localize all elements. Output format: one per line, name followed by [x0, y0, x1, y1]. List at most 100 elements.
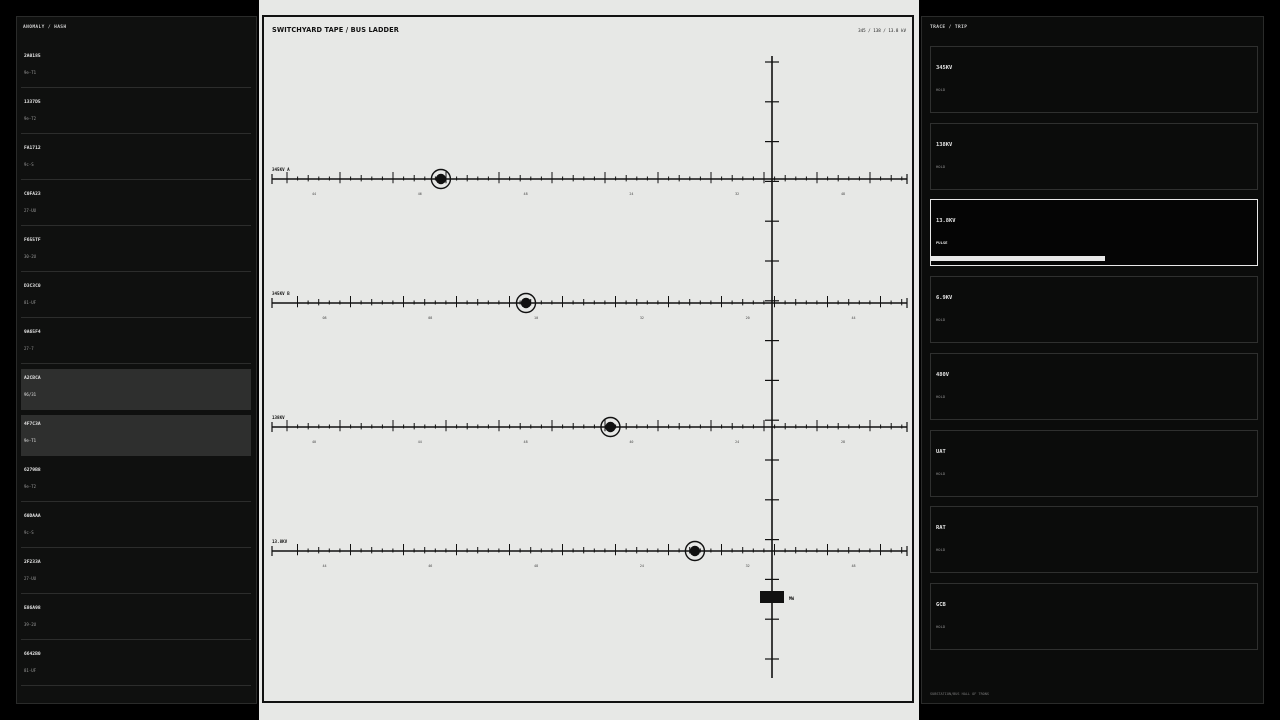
- trip-card-gcb[interactable]: GCB HOLD: [930, 582, 1258, 650]
- trip-bus-label: 138KV: [936, 141, 953, 148]
- panel-footer: SUBSTATION/BUS HALL OF TRONS: [930, 692, 990, 696]
- trip-status: HOLD: [936, 547, 946, 553]
- bus-tick-label: 44: [322, 564, 326, 568]
- trip-status: HOLD: [936, 317, 946, 323]
- anomaly-row[interactable]: 2A0185 9e-T1: [21, 47, 251, 88]
- bus-tick-label: 32: [640, 316, 644, 320]
- bus-label: 13.8KV: [272, 539, 288, 544]
- trip-card-rat[interactable]: RAT HOLD: [930, 506, 1258, 574]
- bus-ladder-chart[interactable]: 345KV A 44 46 48 24 32 48 345KV B 08 08 10 32 20 44 13…: [259, 0, 919, 720]
- anomaly-tag: 9e-T2: [24, 484, 37, 489]
- bus-tick-label: 08: [428, 316, 432, 320]
- bus-tick-label: 40: [312, 440, 316, 444]
- trip-card-480v[interactable]: 480V HOLD: [930, 352, 1258, 420]
- bus-tick-label: 40: [629, 440, 633, 444]
- mw-unit-label: MW: [789, 596, 795, 601]
- anomaly-row[interactable]: A2CBCA 96/31: [21, 369, 251, 410]
- anomaly-tag: 96/31: [24, 392, 37, 397]
- anomaly-row[interactable]: D3C3C0 81-UF: [21, 277, 251, 318]
- trip-bus-label: RAT: [936, 525, 946, 532]
- anomaly-panel: ANOMALY / HASH 2A0185 9e-T1 1337D5 9e-T2 FA1…: [16, 16, 257, 704]
- anomaly-hash: D3C3C0: [24, 284, 41, 289]
- bus-marker-dot: [435, 173, 447, 185]
- anomaly-tag: 81-UF: [24, 668, 37, 673]
- bus-tick-label: 10: [534, 316, 538, 320]
- anomaly-hash: FA1712: [24, 146, 41, 151]
- bus-tick-label: 28: [841, 440, 845, 444]
- anomaly-tag: 27-UU: [24, 576, 37, 581]
- bus-marker-dot: [520, 297, 532, 309]
- anomaly-hash: 4F7C3A: [24, 422, 41, 427]
- trip-bus-label: UAT: [936, 448, 946, 455]
- bus-tick-label: 48: [841, 192, 845, 196]
- bus-tick-label: 32: [735, 192, 739, 196]
- anomaly-row[interactable]: 9A65F4 27-7: [21, 323, 251, 364]
- bus-tick-label: 46: [428, 564, 432, 568]
- bus-tick-label: 44: [312, 192, 316, 196]
- bus-tick-label: 32: [746, 564, 750, 568]
- anomaly-row[interactable]: F655TF 30-2U: [21, 231, 251, 272]
- anomaly-row[interactable]: 6642B0 81-UF: [21, 645, 251, 686]
- anomaly-tag: 9e-T1: [24, 70, 37, 75]
- anomaly-row[interactable]: E86A98 39-2U: [21, 599, 251, 640]
- bus-tick-label: 44: [851, 316, 855, 320]
- bus-tick-label: 48: [524, 440, 528, 444]
- bus-label: 345KV B: [272, 291, 290, 296]
- anomaly-hash: 2A0185: [24, 54, 41, 59]
- anomaly-tag: 39-2U: [24, 622, 37, 627]
- trip-status: PULSE: [936, 240, 948, 246]
- anomaly-hash: E86A98: [24, 606, 41, 611]
- anomaly-hash: A2CBCA: [24, 376, 41, 381]
- trip-card-138kv[interactable]: 138KV HOLD: [930, 122, 1258, 190]
- trip-status: HOLD: [936, 393, 946, 399]
- bus-marker-dot: [689, 545, 701, 557]
- bus-marker-dot: [605, 421, 616, 433]
- anomaly-tag: 81-UF: [24, 300, 37, 305]
- trip-card-138kv[interactable]: 13.8KV PULSE: [930, 199, 1258, 267]
- trip-bus-label: 480V: [936, 371, 949, 378]
- anomaly-tag: 27-UU: [24, 208, 37, 213]
- bus-tick-label: 24: [640, 564, 644, 568]
- anomaly-row[interactable]: 60DAAA 9c-S: [21, 507, 251, 548]
- anomaly-tag: 30-2U: [24, 254, 37, 259]
- trip-bus-label: 13.8KV: [936, 218, 956, 225]
- anomaly-row[interactable]: FA1712 9c-S: [21, 139, 251, 180]
- trip-card-69kv[interactable]: 6.9KV HOLD: [930, 276, 1258, 344]
- switchyard-tape-view: SWITCHYARD TAPE / BUS LADDER 345 / 138 /…: [259, 0, 919, 720]
- trip-bus-label: 6.9KV: [936, 295, 953, 302]
- anomaly-tag: 27-7: [24, 346, 34, 351]
- anomaly-tag: 9e-T1: [24, 438, 37, 443]
- trip-status: HOLD: [936, 470, 946, 476]
- anomaly-row[interactable]: 2F233A 27-UU: [21, 553, 251, 594]
- anomaly-hash: C0FA23: [24, 192, 41, 197]
- trace-trip-heading: TRACE / TRIP: [930, 25, 968, 30]
- bus-tick-label: 44: [418, 440, 422, 444]
- trip-status: HOLD: [936, 87, 946, 92]
- anomaly-hash: 6279B8: [24, 468, 41, 473]
- anomaly-hash: 9A65F4: [24, 330, 41, 335]
- bus-tick-label: 20: [746, 316, 750, 320]
- anomaly-row[interactable]: 4F7C3A 9e-T1: [21, 415, 251, 456]
- anomaly-tag: 9e-T2: [24, 116, 37, 121]
- trip-bus-label: 345KV: [936, 65, 953, 71]
- bus-tick-label: 46: [418, 192, 422, 196]
- anomaly-tag: 9c-S: [24, 530, 34, 535]
- bus-label: 345KV A: [272, 167, 290, 172]
- trip-status: HOLD: [936, 623, 946, 629]
- bus-tick-label: 08: [322, 316, 326, 320]
- anomaly-hash: 6642B0: [24, 652, 41, 657]
- anomaly-row[interactable]: 6279B8 9e-T2: [21, 461, 251, 502]
- anomaly-row[interactable]: C0FA23 27-UU: [21, 185, 251, 226]
- trace-trip-panel: TRACE / TRIP 345KV HOLD 138KV HOLD 13.8KV PUL…: [921, 16, 1264, 704]
- bus-label: 138KV: [272, 415, 285, 420]
- anomaly-hash: 1337D5: [24, 100, 41, 105]
- trip-card-345kv[interactable]: 345KV HOLD: [930, 46, 1258, 113]
- anomaly-panel-heading: ANOMALY / HASH: [23, 25, 67, 30]
- trip-progress-bar: [931, 256, 1105, 262]
- anomaly-hash: 60DAAA: [24, 514, 41, 519]
- anomaly-hash: F655TF: [24, 238, 41, 243]
- anomaly-row[interactable]: 1337D5 9e-T2: [21, 93, 251, 134]
- trip-status: HOLD: [936, 163, 946, 169]
- anomaly-hash: 2F233A: [24, 560, 41, 565]
- trip-card-uat[interactable]: UAT HOLD: [930, 429, 1258, 497]
